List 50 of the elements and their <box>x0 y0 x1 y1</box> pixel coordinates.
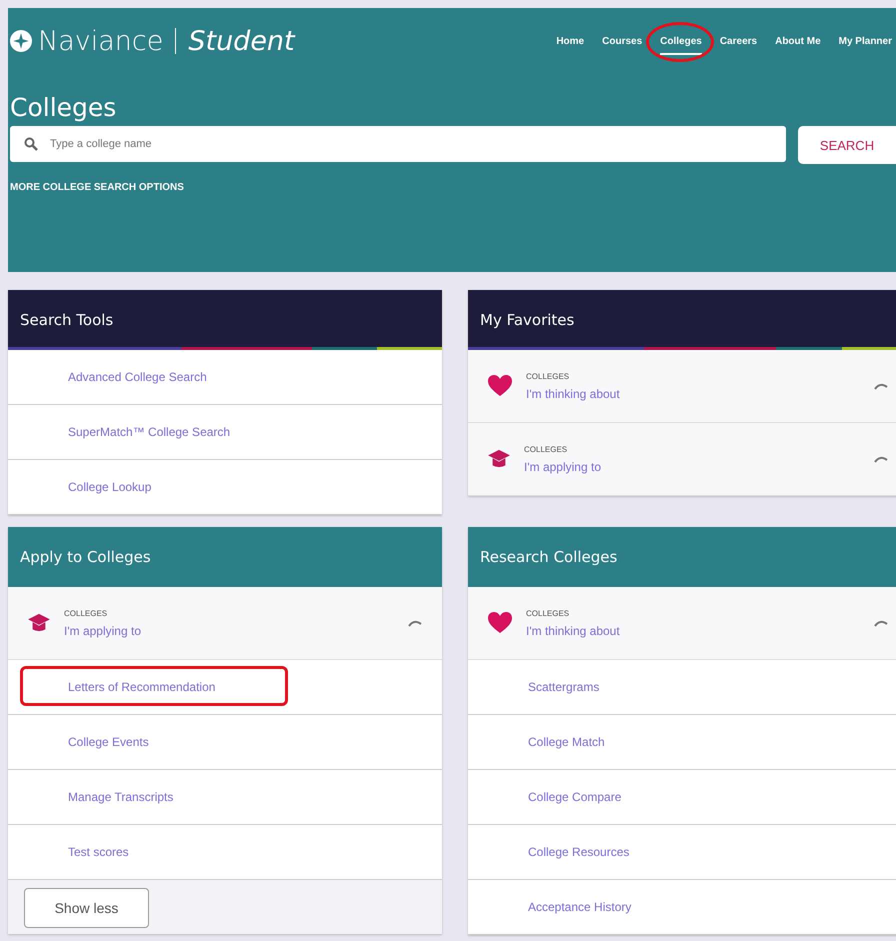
list-row[interactable]: COLLEGES I'm applying to <box>8 587 442 660</box>
graduation-cap-icon <box>28 613 50 633</box>
category-label: COLLEGES <box>526 608 570 618</box>
nav-link[interactable]: Courses <box>602 28 642 54</box>
card-link[interactable]: College Events <box>68 735 149 749</box>
show-less-button[interactable]: Show less <box>24 888 149 928</box>
card-link[interactable]: Acceptance History <box>528 900 632 914</box>
card-link[interactable]: Test scores <box>68 845 129 859</box>
nav-link[interactable]: About Me <box>775 28 821 54</box>
heart-icon <box>488 375 512 397</box>
list-link[interactable]: I'm applying to <box>64 624 394 638</box>
nav-link[interactable]: Home <box>556 28 584 54</box>
category-label: COLLEGES <box>524 444 568 454</box>
page-title: Colleges <box>10 92 118 124</box>
list-link[interactable]: I'm thinking about <box>526 624 860 638</box>
card-title: Search Tools <box>20 311 114 329</box>
caret-icon[interactable] <box>874 382 888 390</box>
caret-icon[interactable] <box>408 619 422 627</box>
list-link[interactable]: I'm thinking about <box>526 386 860 400</box>
product-name: Student <box>188 26 295 56</box>
brand-name: Naviance <box>38 26 164 56</box>
list-row[interactable]: COLLEGES I'm applying to <box>468 423 896 496</box>
card-link[interactable]: Letters of Recommendation <box>68 680 216 694</box>
caret-icon[interactable] <box>874 619 888 627</box>
heart-icon <box>488 612 512 634</box>
card-link[interactable]: Advanced College Search <box>68 370 207 384</box>
card-title: Research Colleges <box>480 548 618 566</box>
nav-link[interactable]: Careers <box>720 28 758 54</box>
caret-icon[interactable] <box>874 455 888 463</box>
card-link[interactable]: College Match <box>528 735 605 749</box>
card-link[interactable]: SuperMatch™ College Search <box>68 425 230 439</box>
list-row[interactable]: COLLEGES I'm thinking about <box>468 587 896 660</box>
graduation-cap-icon <box>488 449 510 469</box>
nav-link[interactable]: Colleges <box>660 28 702 54</box>
card-link[interactable]: Manage Transcripts <box>68 790 174 804</box>
list-link[interactable]: I'm applying to <box>524 460 860 474</box>
card-title: Apply to Colleges <box>20 548 151 566</box>
card-link[interactable]: College Lookup <box>68 480 152 494</box>
card-link[interactable]: College Compare <box>528 790 622 804</box>
nav-link[interactable]: My Planner <box>838 28 892 54</box>
search-button[interactable]: SEARCH <box>798 126 896 164</box>
category-label: COLLEGES <box>64 608 108 618</box>
search-field[interactable]: Type a college name <box>10 126 786 162</box>
card-link[interactable]: College Resources <box>528 845 630 859</box>
card-link[interactable]: Scattergrams <box>528 680 600 694</box>
more-options-link[interactable]: MORE COLLEGE SEARCH OPTIONS <box>10 182 896 193</box>
list-row[interactable]: COLLEGES I'm thinking about <box>468 350 896 423</box>
card-title: My Favorites <box>480 311 574 329</box>
category-label: COLLEGES <box>526 372 570 380</box>
search-icon <box>24 137 38 151</box>
